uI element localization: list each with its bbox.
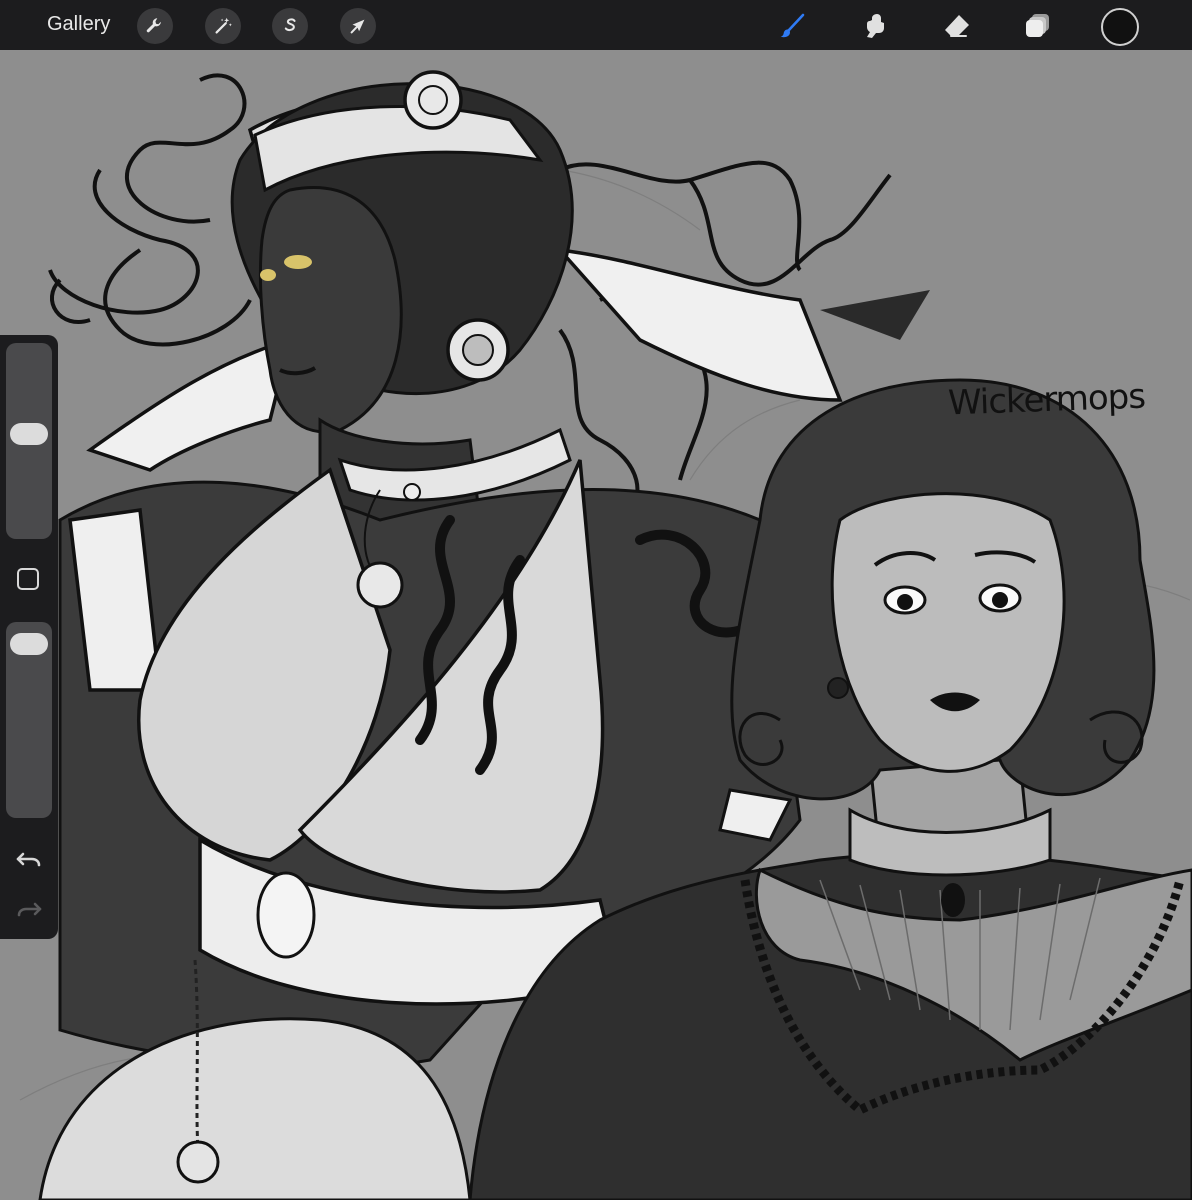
scarf-tail-right: [555, 247, 843, 402]
redo-icon[interactable]: [15, 898, 43, 922]
selection-s-icon: [284, 18, 296, 32]
adjustments-button[interactable]: [205, 8, 241, 44]
wrench-icon: [146, 18, 161, 33]
face-left: [258, 186, 403, 434]
brush-size-thumb[interactable]: [10, 423, 48, 446]
color-swatch[interactable]: [1101, 8, 1139, 46]
eraser-icon: [945, 15, 969, 37]
smudge-icon: [867, 14, 884, 38]
scarf-tail-left: [86, 337, 293, 472]
brush-opacity-thumb[interactable]: [10, 632, 48, 655]
magic-wand-icon: [215, 17, 232, 34]
gallery-button[interactable]: Gallery: [47, 13, 110, 36]
transform-arrow-icon: [350, 19, 365, 34]
brush-opacity-slider[interactable]: [6, 622, 52, 818]
layers-icon: [1026, 14, 1049, 37]
brush-size-slider[interactable]: [6, 343, 52, 539]
sidebar: [0, 335, 58, 939]
drawing-canvas[interactable]: Wickermops: [0, 50, 1192, 1200]
brush-tool-button[interactable]: [772, 6, 812, 46]
transform-button[interactable]: [340, 8, 376, 44]
artwork: [19, 70, 1192, 1200]
brush-icon: [780, 13, 805, 38]
eraser-tool-button[interactable]: [937, 6, 977, 46]
modify-button[interactable]: [17, 568, 39, 590]
artist-signature: Wickermops: [947, 376, 1146, 424]
undo-icon[interactable]: [15, 848, 43, 872]
actions-button[interactable]: [137, 8, 173, 44]
selection-button[interactable]: [272, 8, 308, 44]
layers-button[interactable]: [1018, 6, 1058, 46]
smudge-tool-button[interactable]: [855, 6, 895, 46]
top-toolbar: Gallery: [0, 0, 1192, 50]
